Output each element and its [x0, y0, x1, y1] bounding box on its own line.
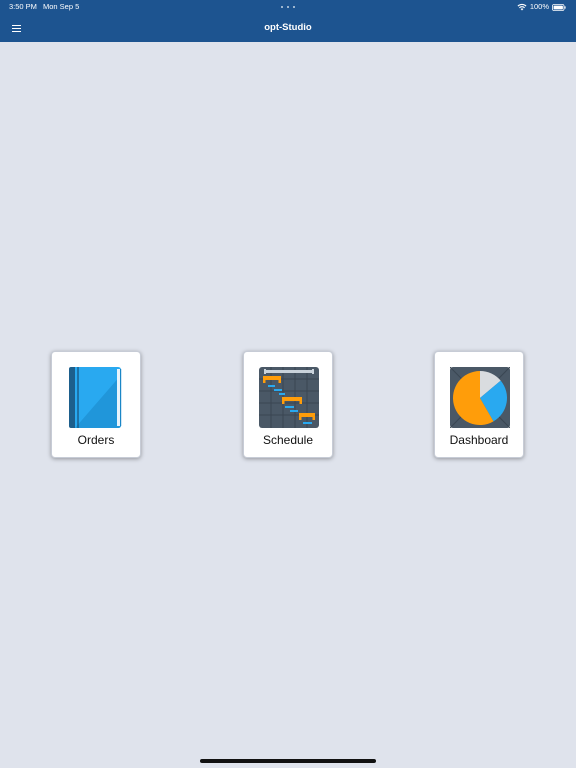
schedule-tile[interactable]: Schedule — [243, 351, 333, 458]
dashboard-label: Dashboard — [449, 433, 509, 447]
schedule-label: Schedule — [262, 433, 314, 447]
status-time: 3:50 PM — [9, 2, 37, 11]
app-title: opt-Studio — [264, 22, 312, 33]
battery-icon — [552, 3, 566, 11]
app-screen: 3:50 PM Mon Sep 5 100% opt-Studio Orders… — [0, 0, 576, 768]
top-bar: 3:50 PM Mon Sep 5 100% opt-Studio — [0, 0, 576, 42]
navigation-bar: opt-Studio — [0, 14, 576, 42]
battery-percentage: 100% — [529, 2, 549, 11]
book-icon — [67, 367, 127, 428]
gantt-chart-icon — [259, 367, 319, 428]
status-date: Mon Sep 5 — [43, 2, 80, 11]
orders-tile[interactable]: Orders — [51, 351, 141, 458]
pie-chart-icon — [450, 367, 510, 428]
hamburger-menu-icon[interactable] — [8, 20, 24, 36]
status-bar: 3:50 PM Mon Sep 5 100% — [0, 0, 576, 14]
orders-label: Orders — [77, 433, 115, 447]
dashboard-tile[interactable]: Dashboard — [434, 351, 524, 458]
status-right: 100% — [517, 0, 566, 14]
home-indicator[interactable] — [200, 759, 376, 763]
wifi-icon — [517, 3, 527, 11]
multitasking-dots-icon[interactable] — [281, 6, 295, 8]
